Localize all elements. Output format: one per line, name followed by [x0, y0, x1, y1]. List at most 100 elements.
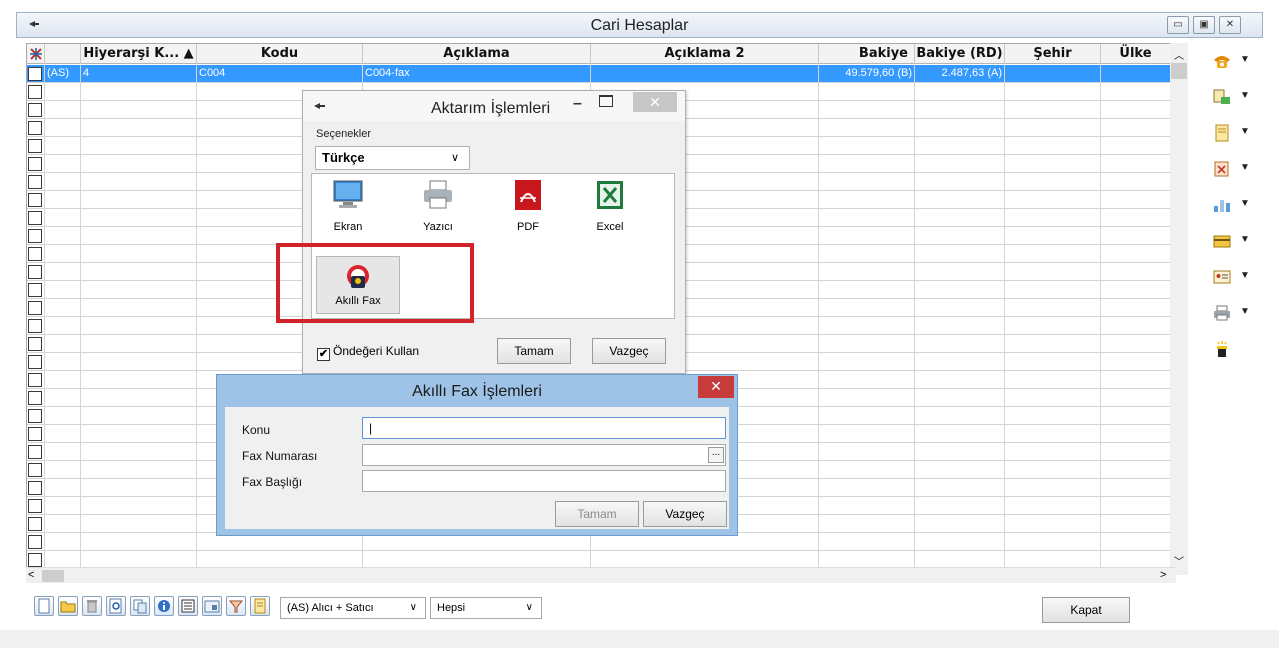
export-maximize-button[interactable]: [599, 95, 613, 107]
row-checkbox[interactable]: [28, 481, 42, 495]
row-checkbox[interactable]: [28, 283, 42, 297]
row-checkbox[interactable]: [28, 373, 42, 387]
row-checkbox[interactable]: [28, 139, 42, 153]
table-cell: [81, 497, 197, 515]
row-checkbox-cell: [27, 245, 45, 263]
scroll-right-icon[interactable]: >: [1160, 569, 1166, 581]
row-checkbox[interactable]: [28, 157, 42, 171]
target-pdf[interactable]: PDF: [496, 178, 560, 233]
list-button[interactable]: [178, 596, 198, 616]
row-checkbox[interactable]: [28, 463, 42, 477]
phone-menu-button[interactable]: ▼: [1212, 50, 1252, 74]
column-header-balance[interactable]: Bakiye: [819, 44, 915, 64]
fax-cancel-button[interactable]: Vazgeç: [643, 501, 727, 527]
row-checkbox[interactable]: [28, 319, 42, 333]
table-cell: [1005, 299, 1101, 317]
target-excel[interactable]: Excel: [578, 178, 642, 233]
browse-button[interactable]: ...: [708, 447, 724, 463]
chart-menu-button[interactable]: ▼: [1212, 194, 1252, 218]
table-cell: [1101, 515, 1171, 533]
select-all-icon[interactable]: [27, 44, 45, 64]
maximize-button[interactable]: ▣: [1193, 16, 1215, 34]
fax-header-input[interactable]: [362, 470, 726, 492]
row-checkbox[interactable]: [28, 391, 42, 405]
card-menu-button[interactable]: ▼: [1212, 230, 1252, 254]
filter-select[interactable]: Hepsi ∨: [430, 597, 542, 619]
row-checkbox[interactable]: [28, 211, 42, 225]
report-button[interactable]: [202, 596, 222, 616]
search-button[interactable]: [106, 596, 126, 616]
column-header-description[interactable]: Açıklama: [363, 44, 591, 64]
copy-button[interactable]: [130, 596, 150, 616]
table-cell: [819, 299, 915, 317]
type-column-header[interactable]: [45, 44, 81, 64]
minimize-button[interactable]: ▭: [1167, 16, 1189, 34]
row-checkbox[interactable]: [28, 355, 42, 369]
use-default-checkbox[interactable]: ✔ Öndeğeri Kullan: [317, 344, 419, 361]
column-header-city[interactable]: Şehir: [1005, 44, 1101, 64]
contact-menu-button[interactable]: ▼: [1212, 86, 1252, 110]
row-checkbox[interactable]: [28, 427, 42, 441]
row-checkbox[interactable]: [28, 535, 42, 549]
back-arrow-icon[interactable]: [313, 101, 327, 113]
vertical-scrollbar[interactable]: ︿ ﹀: [1170, 43, 1188, 575]
horizontal-scrollbar[interactable]: < >: [26, 567, 1176, 583]
fax-number-input[interactable]: ...: [362, 444, 726, 466]
target-screen[interactable]: Ekran: [316, 178, 380, 233]
row-checkbox[interactable]: [28, 553, 42, 567]
magic-wand-button[interactable]: [1212, 338, 1252, 362]
row-checkbox[interactable]: [28, 517, 42, 531]
close-window-button[interactable]: Kapat: [1042, 597, 1130, 623]
row-checkbox[interactable]: [28, 265, 42, 279]
scroll-thumb[interactable]: [1171, 63, 1187, 79]
row-checkbox[interactable]: [28, 445, 42, 459]
delete-button[interactable]: [82, 596, 102, 616]
fax-ok-button[interactable]: Tamam: [555, 501, 639, 527]
row-checkbox[interactable]: [28, 175, 42, 189]
notes-button[interactable]: [250, 596, 270, 616]
language-select[interactable]: Türkçe ∨: [315, 146, 470, 170]
document-menu-button[interactable]: ▼: [1212, 122, 1252, 146]
table-cell: [1005, 533, 1101, 551]
row-checkbox-cell: [27, 353, 45, 371]
scroll-left-icon[interactable]: <: [28, 569, 34, 581]
subject-input[interactable]: |: [362, 417, 726, 439]
row-checkbox[interactable]: [28, 121, 42, 135]
column-header-balance-rd[interactable]: Bakiye (RD): [915, 44, 1005, 64]
scroll-down-icon[interactable]: ﹀: [1174, 553, 1184, 568]
smart-fax-close-button[interactable]: ✕: [698, 376, 734, 398]
row-checkbox[interactable]: [28, 103, 42, 117]
scroll-h-thumb[interactable]: [42, 570, 64, 582]
row-checkbox[interactable]: [28, 301, 42, 315]
table-cell: [1005, 389, 1101, 407]
report-icon: [204, 600, 220, 613]
info-button[interactable]: [154, 596, 174, 616]
filter-button[interactable]: [226, 596, 246, 616]
target-printer[interactable]: Yazıcı: [406, 178, 470, 233]
row-checkbox[interactable]: [28, 337, 42, 351]
column-header-hierarchy[interactable]: Hiyerarşi K... ▲: [81, 44, 197, 64]
row-checkbox[interactable]: [28, 67, 42, 81]
account-type-select[interactable]: (AS) Alıcı + Satıcı ∨: [280, 597, 426, 619]
row-checkbox[interactable]: [28, 247, 42, 261]
column-header-description-2[interactable]: Açıklama 2: [591, 44, 819, 64]
scroll-up-icon[interactable]: ︿: [1174, 47, 1184, 62]
close-doc-menu-button[interactable]: ▼: [1212, 158, 1252, 182]
row-checkbox[interactable]: [28, 193, 42, 207]
export-minimize-button[interactable]: –: [573, 95, 582, 113]
column-header-code[interactable]: Kodu: [197, 44, 363, 64]
table-row[interactable]: (AS) 4 C004 C004-fax 49.579,60 (B) 2.487,63 (…: [27, 65, 1187, 83]
export-cancel-button[interactable]: Vazgeç: [592, 338, 666, 364]
row-checkbox[interactable]: [28, 85, 42, 99]
export-close-button[interactable]: ✕: [633, 92, 677, 112]
open-button[interactable]: [58, 596, 78, 616]
row-checkbox[interactable]: [28, 499, 42, 513]
printer-menu-button[interactable]: ▼: [1212, 302, 1252, 326]
row-checkbox[interactable]: [28, 409, 42, 423]
new-record-button[interactable]: [34, 596, 54, 616]
row-checkbox[interactable]: [28, 229, 42, 243]
export-ok-button[interactable]: Tamam: [497, 338, 571, 364]
close-button[interactable]: ✕: [1219, 16, 1241, 34]
id-card-menu-button[interactable]: ▼: [1212, 266, 1252, 290]
column-header-country[interactable]: Ülke: [1101, 44, 1171, 64]
